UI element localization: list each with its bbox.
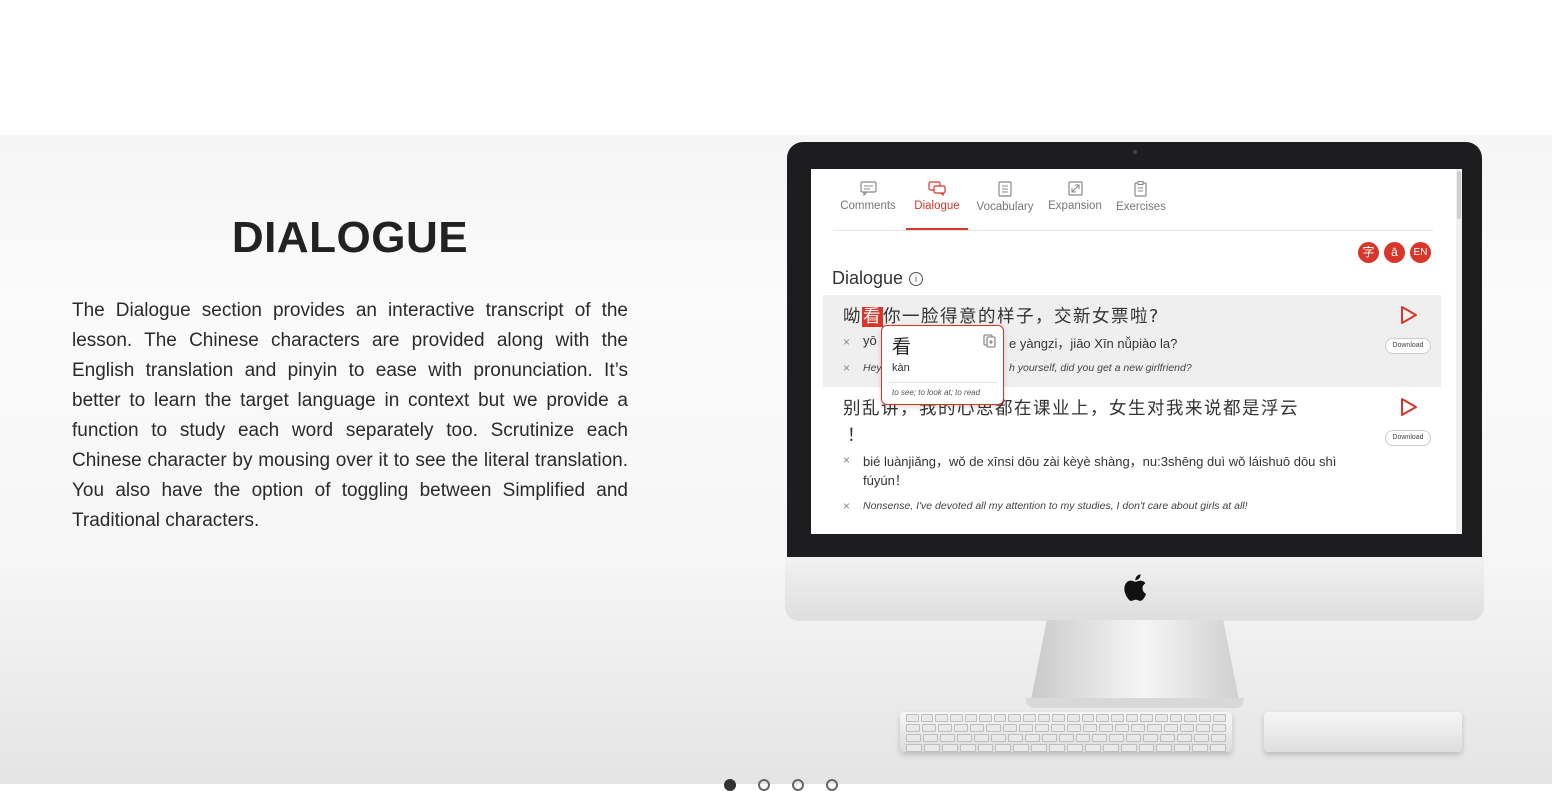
pinyin-text: bié luànjiǎng，wǒ de xīnsi dōu zài kèyè s…: [863, 454, 1337, 469]
tab-label: Dialogue: [914, 200, 960, 212]
scrollbar[interactable]: [1456, 169, 1462, 534]
chinese-text-continued[interactable]: ！: [847, 422, 866, 447]
tab-label: Comments: [840, 200, 896, 212]
chinese-characters[interactable]: 你一脸得意的样子，交新女票啦?: [883, 307, 1160, 327]
section-description: The Dialogue section provides an interac…: [72, 300, 628, 531]
info-icon[interactable]: i: [909, 272, 923, 286]
carousel-dot-3[interactable]: [792, 779, 804, 791]
apple-logo-icon: [1124, 574, 1147, 601]
top-band: [0, 0, 1552, 135]
pinyin-text-continued: fúyún！: [863, 473, 908, 488]
camera-dot: [1133, 150, 1137, 154]
expansion-icon: [1067, 181, 1083, 196]
download-button[interactable]: Download: [1385, 338, 1431, 354]
character-popup: 看 kàn to see; to look at; to read: [881, 325, 1004, 405]
pinyin-toggle-button[interactable]: ā: [1384, 242, 1405, 263]
monitor-stand: [1030, 620, 1240, 705]
popup-pinyin: kàn: [892, 362, 910, 374]
dialogue-heading: Dialogue: [832, 268, 904, 288]
close-icon[interactable]: ×: [843, 335, 850, 349]
dialogue-line-2: 别乱讲，我的心思都在课业上，女生对我来说都是浮云 ！ × bié luànjiǎ…: [823, 387, 1441, 534]
monitor-screen: Comments Dialogue Vocabulary Expansion E…: [811, 169, 1462, 534]
carousel-dot-1[interactable]: [724, 779, 736, 791]
chinese-character[interactable]: 呦: [843, 307, 862, 327]
scrollbar-thumb[interactable]: [1457, 171, 1461, 219]
keyboard: [900, 712, 1232, 752]
tab-label: Vocabulary: [976, 201, 1034, 213]
comment-icon: [859, 181, 877, 196]
tab-exercises[interactable]: Exercises: [1115, 169, 1167, 230]
english-toggle-button[interactable]: EN: [1410, 242, 1431, 263]
close-icon[interactable]: ×: [843, 499, 850, 513]
close-icon[interactable]: ×: [843, 361, 850, 375]
english-text-start: Hey: [863, 362, 882, 374]
add-to-list-icon[interactable]: [983, 334, 997, 348]
close-icon[interactable]: ×: [843, 453, 850, 467]
play-icon[interactable]: [1398, 397, 1418, 417]
tab-expansion[interactable]: Expansion: [1047, 169, 1103, 230]
pinyin-text-start: yō: [863, 333, 877, 348]
popup-character: 看: [892, 336, 912, 358]
trackpad: [1264, 712, 1462, 752]
vocabulary-icon: [998, 181, 1012, 197]
download-button[interactable]: Download: [1385, 430, 1431, 446]
tab-dialogue[interactable]: Dialogue: [906, 169, 968, 230]
pinyin-text-end: e yàngzi，jiāo Xīn nǚpiào la?: [1009, 336, 1178, 351]
carousel-dot-2[interactable]: [758, 779, 770, 791]
dialogue-icon: [928, 181, 946, 196]
tab-comments[interactable]: Comments: [833, 169, 903, 230]
play-icon[interactable]: [1398, 305, 1418, 325]
simplified-traditional-toggle-button[interactable]: 字: [1358, 242, 1379, 263]
tab-vocabulary[interactable]: Vocabulary: [973, 169, 1037, 230]
english-text: Nonsense, I've devoted all my attention …: [863, 500, 1248, 512]
exercises-icon: [1134, 181, 1147, 197]
popup-divider: [888, 382, 997, 383]
tab-label: Exercises: [1116, 201, 1166, 213]
section-title: DIALOGUE: [231, 213, 469, 262]
lesson-tabs: Comments Dialogue Vocabulary Expansion E…: [833, 169, 1433, 231]
highlighted-character[interactable]: 看: [862, 307, 883, 327]
monitor-stand-base: [1026, 698, 1244, 708]
popup-definition: to see; to look at; to read: [892, 388, 981, 397]
carousel-dot-4[interactable]: [826, 779, 838, 791]
tab-label: Expansion: [1048, 200, 1102, 212]
english-text-end: h yourself, did you get a new girlfriend…: [1009, 362, 1192, 374]
